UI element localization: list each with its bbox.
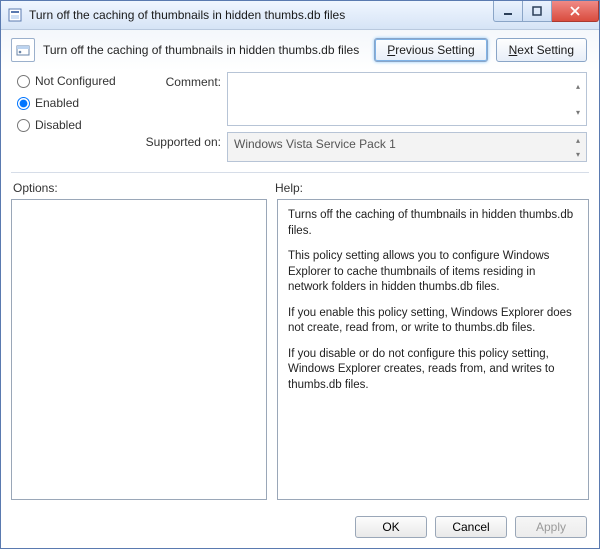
chevron-down-icon[interactable]: ▾: [570, 147, 586, 161]
help-paragraph: If you enable this policy setting, Windo…: [288, 306, 578, 337]
options-label: Options:: [13, 181, 275, 195]
radio-enabled-input[interactable]: [17, 97, 30, 110]
next-rest: ext Setting: [517, 43, 574, 57]
radio-not-configured-input[interactable]: [17, 75, 30, 88]
configuration-row: Not Configured Enabled Disabled Comment:…: [1, 70, 599, 168]
chevron-up-icon[interactable]: ▴: [570, 133, 586, 147]
pane-labels: Options: Help:: [1, 177, 599, 199]
supported-spinner[interactable]: ▴▾: [570, 133, 586, 161]
ok-button[interactable]: OK: [355, 516, 427, 538]
policy-title: Turn off the caching of thumbnails in hi…: [43, 43, 366, 57]
window-controls: [493, 1, 599, 21]
policy-editor-window: Turn off the caching of thumbnails in hi…: [0, 0, 600, 549]
help-label: Help:: [275, 181, 303, 195]
help-paragraph: Turns off the caching of thumbnails in h…: [288, 208, 578, 239]
fields-column: Comment: ▴▾ Supported on: Windows Vista …: [137, 72, 587, 162]
state-radio-group: Not Configured Enabled Disabled: [17, 72, 127, 162]
help-pane: Turns off the caching of thumbnails in h…: [277, 199, 589, 500]
comment-spinner[interactable]: ▴▾: [570, 73, 586, 125]
radio-enabled-label: Enabled: [35, 96, 79, 110]
separator: [11, 172, 589, 173]
next-accel: N: [509, 43, 518, 57]
help-paragraph: If you disable or do not configure this …: [288, 347, 578, 394]
policy-header: Turn off the caching of thumbnails in hi…: [1, 30, 599, 70]
apply-button[interactable]: Apply: [515, 516, 587, 538]
minimize-button[interactable]: [493, 1, 523, 22]
prev-rest: revious Setting: [395, 43, 474, 57]
close-button[interactable]: [552, 1, 599, 22]
supported-on-text: Windows Vista Service Pack 1: [234, 137, 396, 151]
comment-input[interactable]: ▴▾: [227, 72, 587, 126]
options-pane: [11, 199, 267, 500]
comment-label: Comment:: [137, 72, 221, 89]
window-title: Turn off the caching of thumbnails in hi…: [29, 8, 493, 22]
previous-setting-button[interactable]: Previous Setting: [374, 38, 487, 62]
help-paragraph: This policy setting allows you to config…: [288, 249, 578, 296]
maximize-button[interactable]: [523, 1, 552, 22]
radio-disabled[interactable]: Disabled: [17, 118, 127, 132]
next-setting-button[interactable]: Next Setting: [496, 38, 587, 62]
radio-disabled-label: Disabled: [35, 118, 82, 132]
chevron-up-icon[interactable]: ▴: [570, 73, 586, 99]
title-bar[interactable]: Turn off the caching of thumbnails in hi…: [1, 1, 599, 30]
radio-enabled[interactable]: Enabled: [17, 96, 127, 110]
cancel-button[interactable]: Cancel: [435, 516, 507, 538]
radio-not-configured-label: Not Configured: [35, 74, 116, 88]
supported-on-label: Supported on:: [137, 132, 221, 149]
panes-row: Turns off the caching of thumbnails in h…: [1, 199, 599, 508]
supported-on-value: Windows Vista Service Pack 1 ▴▾: [227, 132, 587, 162]
app-icon: [7, 7, 23, 23]
dialog-buttons: OK Cancel Apply: [1, 508, 599, 548]
chevron-down-icon[interactable]: ▾: [570, 99, 586, 125]
radio-not-configured[interactable]: Not Configured: [17, 74, 127, 88]
radio-disabled-input[interactable]: [17, 119, 30, 132]
policy-icon: [11, 38, 35, 62]
